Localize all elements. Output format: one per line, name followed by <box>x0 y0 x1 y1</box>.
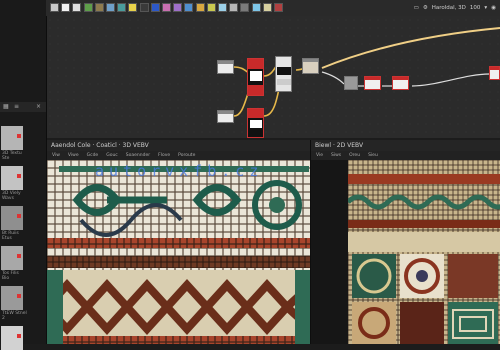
toolbar-tool-button[interactable] <box>50 3 59 12</box>
filter-icon[interactable]: ≡ <box>14 103 19 110</box>
graph-node-output[interactable] <box>489 66 500 80</box>
toolbar-status: Haroldal, 3D <box>431 5 466 11</box>
viewport-3d-menu-item[interactable]: Oreu <box>349 151 360 160</box>
toolbar-tool-button[interactable] <box>274 3 283 12</box>
watermark: autorvxfb.cz <box>95 162 264 180</box>
toolbar-right-controls: ▭ ⚙ Haroldal, 3D 100 ▾ ◉ <box>414 2 496 14</box>
material-marker <box>17 174 21 178</box>
mosaic-3d-preview[interactable] <box>348 160 500 344</box>
library-panel-header: ▦ ≡ × <box>0 102 46 112</box>
material-marker <box>17 214 21 218</box>
graph-node-blend[interactable] <box>247 108 264 138</box>
material-thumbnail[interactable] <box>1 246 23 270</box>
viewport-2d-menu-item[interactable]: Flove <box>158 151 170 160</box>
material-marker <box>17 294 21 298</box>
material-label: Tos Filis Bio <box>2 271 19 281</box>
node-connections <box>233 27 500 117</box>
viewport-2d-menu-item[interactable]: Gouc <box>106 151 118 160</box>
viewport-3d-sidebar <box>311 160 348 344</box>
graph-node[interactable] <box>217 110 234 123</box>
mosaic-texture-3d <box>348 160 500 344</box>
viewport-2d-menu-item[interactable]: Viw <box>52 151 60 160</box>
toolbar-tool-button[interactable] <box>184 3 194 12</box>
viewport-2d-menu-item[interactable]: Gcde <box>87 151 99 160</box>
top-toolbar: ▭ ⚙ Haroldal, 3D 100 ▾ ◉ <box>0 0 500 17</box>
close-icon[interactable]: × <box>36 103 41 110</box>
viewport-2d-menu-item[interactable]: Viwe <box>68 151 79 160</box>
toolbar-tool-button[interactable] <box>173 3 183 12</box>
material-label: TtEW Stnel 2 <box>2 311 27 321</box>
material-marker <box>17 254 21 258</box>
node-graph[interactable] <box>46 16 500 138</box>
toolbar-tool-button[interactable] <box>195 3 205 12</box>
camera-icon[interactable]: ◉ <box>491 5 496 11</box>
viewport-3d-menu: Vie Siws Oreu Sieu <box>311 151 500 160</box>
graph-node[interactable] <box>275 56 292 92</box>
viewport-2d-title: Aaendol Cole · Coaticl · 3D VEBV <box>47 140 311 151</box>
zoom-value[interactable]: 100 <box>470 5 481 11</box>
toolbar-tool-button[interactable] <box>61 3 71 12</box>
toolbar-tool-button[interactable] <box>117 3 127 12</box>
toolbar-tool-button[interactable] <box>206 3 216 12</box>
display-icon[interactable]: ▭ <box>414 5 419 11</box>
toolbar-tool-button[interactable] <box>72 3 82 12</box>
toolbar-tool-button[interactable] <box>218 3 227 12</box>
settings-icon[interactable]: ⚙ <box>423 5 428 11</box>
toolbar-tool-button[interactable] <box>128 3 138 12</box>
graph-node[interactable] <box>392 76 409 90</box>
toolbar-tool-button[interactable] <box>251 3 261 12</box>
viewport-3d-title: Biewl · 2D VEBV <box>311 140 500 151</box>
viewport-2d-menu-item[interactable]: Soaennder <box>126 151 150 160</box>
viewport-2d-title-text: Aaendol Cole · Coaticl · 3D VEBV <box>51 142 149 149</box>
graph-node-blend[interactable] <box>247 58 264 96</box>
toolbar-tool-button[interactable] <box>150 3 160 12</box>
toolbar-tool-button[interactable] <box>106 3 115 12</box>
toolbar-tool-button[interactable] <box>229 3 239 12</box>
material-marker <box>17 134 21 138</box>
material-thumbnail[interactable] <box>1 326 23 350</box>
chevron-down-icon[interactable]: ▾ <box>484 5 487 11</box>
toolbar-tool-button[interactable] <box>94 3 104 12</box>
toolbar-tool-button[interactable] <box>139 3 149 12</box>
material-marker <box>17 334 21 338</box>
mosaic-2d-preview[interactable] <box>47 160 311 344</box>
viewport-3d-menu-item[interactable]: Siws <box>331 151 341 160</box>
material-thumbnail[interactable] <box>1 286 23 310</box>
graph-node-noise[interactable] <box>344 76 358 90</box>
toolbar-tool-button[interactable] <box>83 3 93 12</box>
toolbar-left-area <box>0 0 46 16</box>
toolbar-tool-button[interactable] <box>262 3 272 12</box>
mosaic-texture-2d <box>47 160 311 344</box>
graph-node[interactable] <box>217 60 234 74</box>
viewport-3d-title-text: Biewl · 2D VEBV <box>315 142 364 149</box>
material-thumbnail[interactable] <box>1 166 23 190</box>
viewport-3d-menu-item[interactable]: Sieu <box>368 151 378 160</box>
material-label: Bt Ruiis Etus <box>2 231 19 241</box>
viewport-3d-menu-item[interactable]: Vie <box>316 151 323 160</box>
viewport-2d-menu: Viw Viwe Gcde Gouc Soaennder Flove Poroute <box>47 151 311 160</box>
material-label: 3D Textu Ste <box>2 151 22 161</box>
grid-icon[interactable]: ▦ <box>3 103 9 110</box>
library-panel: ▦ ≡ × 3D Textu Ste 3D Viely Wavs Bt Ruiis … <box>0 16 47 350</box>
toolbar-tool-button[interactable] <box>162 3 171 12</box>
viewport-3d[interactable]: Biewl · 2D VEBV Vie Siws Oreu Sieu <box>310 140 500 344</box>
viewport-2d-menu-item[interactable]: Poroute <box>178 151 195 160</box>
material-label: 3D Viely Wavs <box>2 191 21 201</box>
toolbar-tool-button[interactable] <box>240 3 250 12</box>
graph-node[interactable] <box>364 76 381 90</box>
graph-node-pattern[interactable] <box>302 58 319 74</box>
material-thumbnail[interactable] <box>1 206 23 230</box>
material-thumbnail[interactable] <box>1 126 23 150</box>
